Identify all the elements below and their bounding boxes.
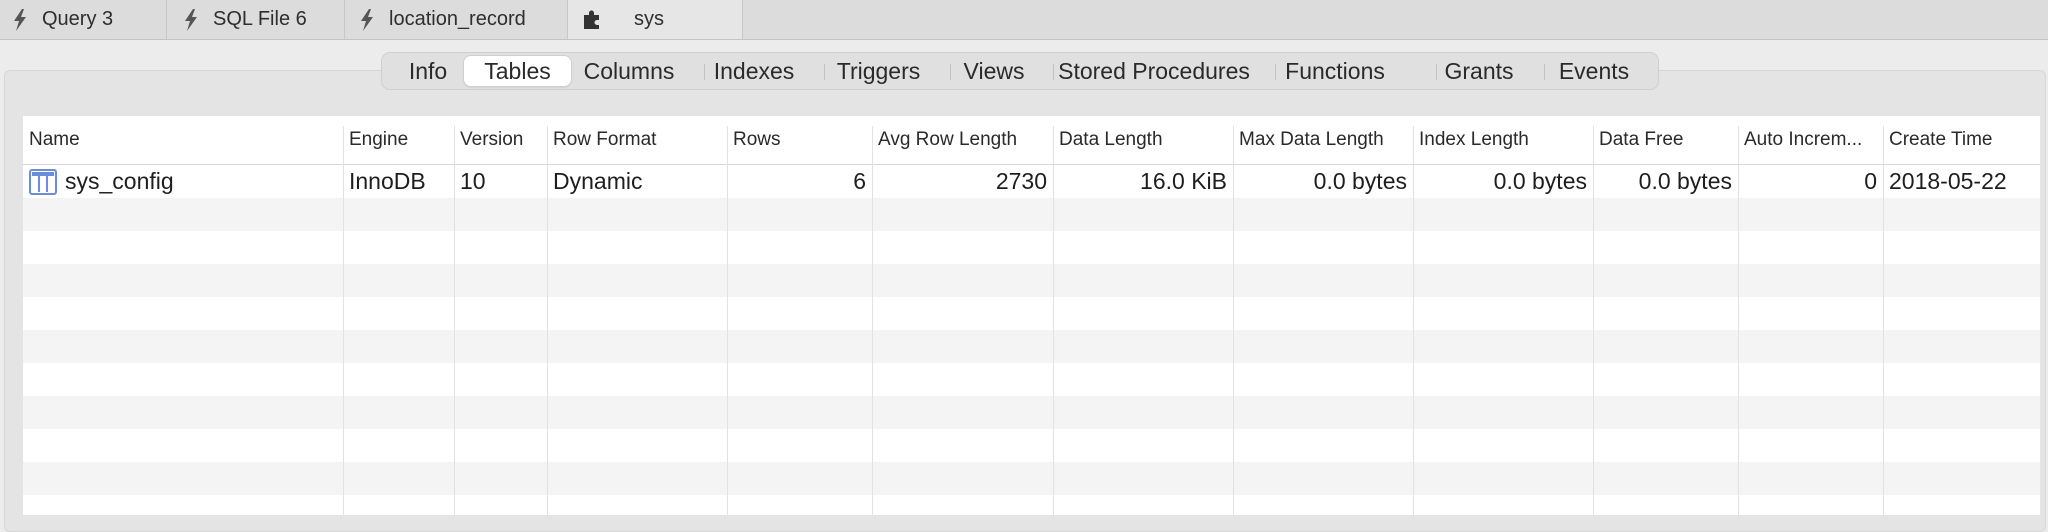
column-divider[interactable] — [727, 126, 728, 515]
column-header-create-time[interactable]: Create Time — [1883, 116, 2040, 164]
cell-row-format: Dynamic — [553, 168, 643, 194]
tab-location-record[interactable]: location_record — [345, 0, 568, 39]
column-header-index-length[interactable]: Index Length — [1413, 116, 1593, 164]
segment-info[interactable]: Info — [388, 56, 468, 86]
cell-max-data-length: 0.0 bytes — [1313, 168, 1407, 194]
column-divider[interactable] — [1233, 126, 1234, 515]
column-divider[interactable] — [872, 126, 873, 515]
column-divider[interactable] — [1738, 126, 1739, 515]
cell-version: 10 — [460, 168, 486, 194]
cell-data-free: 0.0 bytes — [1638, 168, 1732, 194]
column-divider[interactable] — [1053, 126, 1054, 515]
cell-avg-row-length: 2730 — [995, 168, 1047, 194]
table-name: sys_config — [65, 168, 174, 194]
column-header-avg-row-length[interactable]: Avg Row Length — [872, 116, 1053, 164]
segment-views[interactable]: Views — [951, 56, 1037, 86]
segment-tables[interactable]: Tables — [464, 56, 571, 86]
column-header-version[interactable]: Version — [454, 116, 547, 164]
column-header-row-format[interactable]: Row Format — [547, 116, 727, 164]
lightning-icon — [179, 8, 203, 32]
tab-label: Query 3 — [42, 8, 114, 30]
column-divider[interactable] — [1413, 126, 1414, 515]
column-header-rows[interactable]: Rows — [727, 116, 872, 164]
column-divider[interactable] — [454, 126, 455, 515]
column-header-data-free[interactable]: Data Free — [1593, 116, 1738, 164]
cell-engine: InnoDB — [349, 168, 426, 194]
column-divider[interactable] — [1883, 126, 1884, 515]
column-divider[interactable] — [547, 126, 548, 515]
cell-create-time: 2018-05-22 — [1889, 168, 2007, 194]
column-header-auto-increment[interactable]: Auto Increm... — [1738, 116, 1883, 164]
column-header-max-data-length[interactable]: Max Data Length — [1233, 116, 1413, 164]
column-divider[interactable] — [343, 126, 344, 515]
segment-columns[interactable]: Columns — [572, 56, 686, 86]
column-header-data-length[interactable]: Data Length — [1053, 116, 1233, 164]
lightning-icon — [8, 8, 32, 32]
segment-functions[interactable]: Functions — [1276, 56, 1394, 86]
tab-label: sys — [634, 8, 664, 30]
cell-rows: 6 — [853, 168, 866, 194]
tab-sys[interactable]: sys — [568, 0, 743, 39]
puzzle-icon — [580, 8, 604, 32]
segment-indexes[interactable]: Indexes — [705, 56, 803, 86]
segment-events[interactable]: Events — [1545, 56, 1643, 86]
segment-grants[interactable]: Grants — [1437, 56, 1521, 86]
column-divider[interactable] — [1593, 126, 1594, 515]
lightning-icon — [355, 8, 379, 32]
view-segmented-control: Info Tables Columns Indexes Triggers Vie… — [381, 52, 1659, 90]
column-header-name[interactable]: Name — [23, 116, 343, 164]
cell-data-length: 16.0 KiB — [1140, 168, 1227, 194]
table-icon — [29, 168, 57, 195]
segment-triggers[interactable]: Triggers — [825, 56, 932, 86]
cell-name: sys_config — [23, 165, 343, 198]
tab-query-3[interactable]: Query 3 — [0, 0, 167, 39]
column-header-engine[interactable]: Engine — [343, 116, 454, 164]
tab-label: location_record — [389, 8, 526, 30]
tab-label: SQL File 6 — [213, 8, 307, 30]
cell-index-length: 0.0 bytes — [1493, 168, 1587, 194]
tab-bar: Query 3 SQL File 6 location_record sys — [0, 0, 2048, 40]
tables-grid: Name Engine Version Row Format Rows Avg … — [23, 116, 2040, 515]
tab-sql-file-6[interactable]: SQL File 6 — [167, 0, 345, 39]
segment-stored-procedures[interactable]: Stored Procedures — [1054, 56, 1254, 86]
cell-auto-increment: 0 — [1864, 168, 1877, 194]
